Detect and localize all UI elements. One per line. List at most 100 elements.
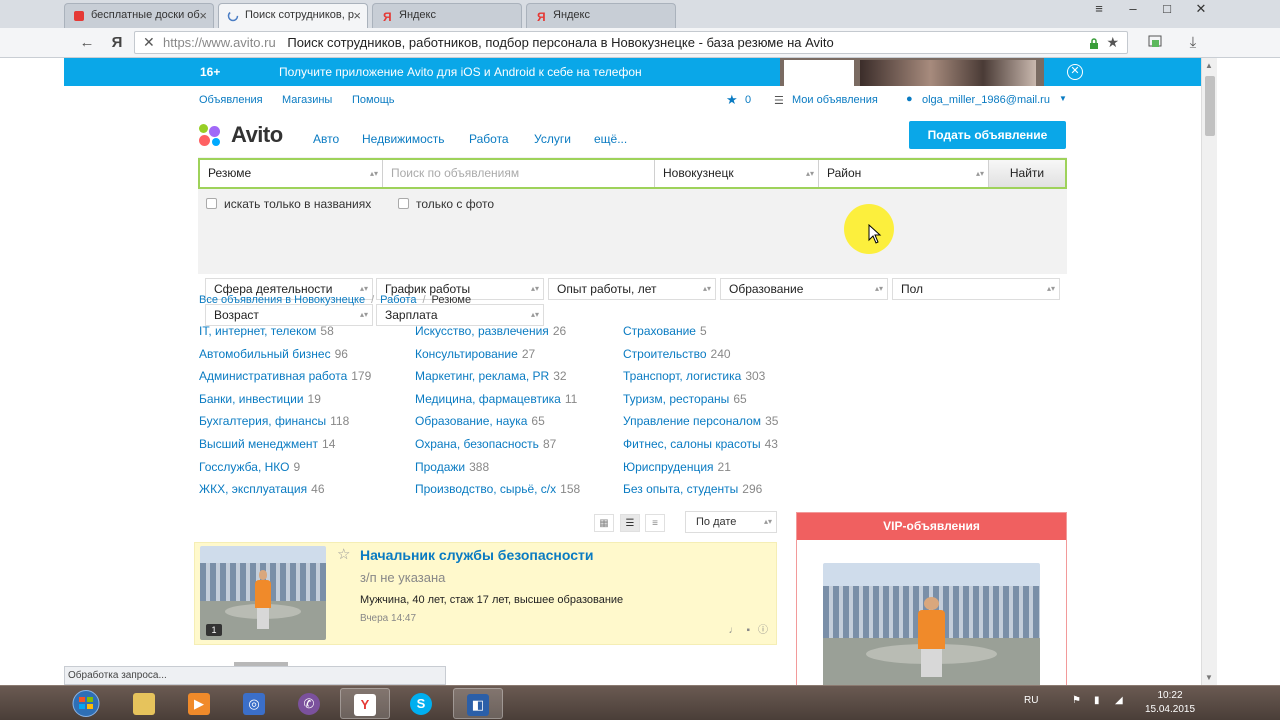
category-link[interactable]: Охрана, безопасность 87 (415, 433, 580, 456)
category-label[interactable]: Управление персоналом (623, 414, 761, 428)
system-clock[interactable]: 10:22 15.04.2015 (1140, 689, 1200, 717)
category-link[interactable]: Фитнес, салоны красоты 43 (623, 433, 778, 456)
address-field[interactable]: ✕ https://www.avito.ru Поиск сотрудников… (134, 31, 1128, 54)
category-label[interactable]: Госслужба, НКО (199, 460, 289, 474)
filter-education[interactable]: Образование ▴▾ (720, 278, 888, 300)
vip-ad-photo[interactable] (823, 563, 1040, 685)
category-label[interactable]: Автомобильный бизнес (199, 347, 331, 361)
category-label[interactable]: Медицина, фармацевтика (415, 392, 561, 406)
promo-text[interactable]: Получите приложение Avito для iOS и Andr… (279, 65, 642, 79)
user-account-link[interactable]: olga_miller_1986@mail.ru (922, 94, 1050, 106)
category-label[interactable]: Охрана, безопасность (415, 437, 539, 451)
taskbar-app-3[interactable]: ◎ (230, 688, 280, 719)
close-tab-icon[interactable]: × (199, 8, 207, 23)
category-link[interactable]: Строительство 240 (623, 343, 778, 366)
resume-listing-item[interactable]: 1 ☆ Начальник службы безопасности з/п не… (194, 542, 777, 645)
category-label[interactable]: Юриспруденция (623, 460, 714, 474)
post-ad-button[interactable]: Подать объявление (909, 121, 1066, 149)
category-link[interactable]: Консультирование 27 (415, 343, 580, 366)
category-label[interactable]: Маркетинг, реклама, PR (415, 369, 549, 383)
list-view-icon[interactable]: ☰ (620, 514, 640, 532)
category-label[interactable]: Без опыта, студенты (623, 482, 738, 496)
category-link[interactable]: Производство, сырьё, с/х 158 (415, 478, 580, 501)
checkbox[interactable] (398, 198, 409, 209)
link-shops[interactable]: Магазины (282, 94, 332, 106)
category-link[interactable]: Страхование 5 (623, 320, 778, 343)
yandex-button[interactable]: Я (106, 32, 128, 54)
category-label[interactable]: Искусство, развлечения (415, 324, 549, 338)
category-label[interactable]: Продажи (415, 460, 465, 474)
language-indicator[interactable]: RU (1024, 695, 1038, 720)
flag-icon[interactable]: ⚑ (1072, 695, 1081, 720)
back-arrow-icon[interactable]: ← (76, 32, 98, 54)
close-promo-icon[interactable]: ✕ (1067, 64, 1083, 80)
category-label[interactable]: IT, интернет, телеком (199, 324, 316, 338)
stop-loading-icon[interactable]: ✕ (143, 32, 155, 53)
breadcrumb-all[interactable]: Все объявления в Новокузнецке (199, 294, 365, 306)
category-label[interactable]: Фитнес, салоны красоты (623, 437, 761, 451)
category-label[interactable]: Высший менеджмент (199, 437, 318, 451)
category-label[interactable]: Консультирование (415, 347, 518, 361)
nav-more[interactable]: ещё... (594, 132, 627, 146)
app-promo-banner[interactable]: 16+ Получите приложение Avito для iOS и … (64, 58, 1201, 86)
tab-yandex-2[interactable]: Я Яндекс (526, 3, 676, 28)
settings-icon[interactable]: ≡ (1082, 0, 1116, 20)
link-my-ads[interactable]: Мои объявления (792, 94, 878, 106)
maximize-icon[interactable]: □ (1150, 0, 1184, 20)
chevron-down-icon[interactable]: ▼ (1059, 94, 1067, 103)
category-link[interactable]: Без опыта, студенты 296 (623, 478, 778, 501)
filter-gender[interactable]: Пол ▴▾ (892, 278, 1060, 300)
link-ads[interactable]: Объявления (199, 94, 263, 106)
category-link[interactable]: IT, интернет, телеком 58 (199, 320, 371, 343)
district-select[interactable]: Район ▴▾ (819, 160, 989, 187)
new-tab-button[interactable] (680, 3, 702, 28)
start-button[interactable] (64, 688, 108, 719)
bookmark-star-icon[interactable]: ★ (1106, 32, 1119, 53)
taskbar-recorder[interactable]: ◧ (453, 688, 503, 719)
category-link[interactable]: Транспорт, логистика 303 (623, 365, 778, 388)
scroll-thumb[interactable] (1205, 76, 1215, 136)
close-window-icon[interactable]: ✕ (1184, 0, 1218, 20)
city-select[interactable]: Новокузнецк ▴▾ (655, 160, 819, 187)
category-link[interactable]: Управление персоналом 35 (623, 410, 778, 433)
breadcrumb-work[interactable]: Работа (380, 294, 416, 306)
taskbar-viber[interactable]: ✆ (285, 688, 335, 719)
nav-work[interactable]: Работа (469, 132, 509, 146)
filter-experience[interactable]: Опыт работы, лет ▴▾ (548, 278, 716, 300)
category-label[interactable]: ЖКХ, эксплуатация (199, 482, 307, 496)
tab-avito-search[interactable]: Поиск сотрудников, р × (218, 3, 368, 28)
category-link[interactable]: Маркетинг, реклама, PR 32 (415, 365, 580, 388)
minimize-icon[interactable]: – (1116, 0, 1150, 20)
nav-services[interactable]: Услуги (534, 132, 571, 146)
taskbar-yandex-browser[interactable]: Y (340, 688, 390, 719)
category-link[interactable]: Медицина, фармацевтика 11 (415, 388, 580, 411)
nav-auto[interactable]: Авто (313, 132, 339, 146)
page-scrollbar[interactable]: ▲ ▼ (1201, 58, 1217, 685)
tab-bulletin-boards[interactable]: бесплатные доски об × (64, 3, 214, 28)
scroll-up-icon[interactable]: ▲ (1205, 61, 1213, 70)
category-label[interactable]: Бухгалтерия, финансы (199, 414, 326, 428)
category-link[interactable]: Продажи 388 (415, 456, 580, 479)
taskbar-media-player[interactable]: ▶ (175, 688, 225, 719)
category-label[interactable]: Производство, сырьё, с/х (415, 482, 556, 496)
category-link[interactable]: Госслужба, НКО 9 (199, 456, 371, 479)
grid-view-icon[interactable]: ▦ (594, 514, 614, 532)
category-link[interactable]: Высший менеджмент 14 (199, 433, 371, 456)
category-label[interactable]: Страхование (623, 324, 696, 338)
close-tab-icon[interactable]: × (353, 8, 361, 23)
taskbar-skype[interactable]: S (397, 688, 447, 719)
network-icon[interactable]: ◢ (1115, 695, 1123, 720)
category-link[interactable]: Туризм, рестораны 65 (623, 388, 778, 411)
downloads-manager-icon[interactable] (1144, 32, 1166, 54)
checkbox[interactable] (206, 198, 217, 209)
scroll-down-icon[interactable]: ▼ (1205, 673, 1213, 682)
favorites-star-icon[interactable]: ★ (726, 92, 738, 108)
category-link[interactable]: Административная работа 179 (199, 365, 371, 388)
category-select[interactable]: Резюме ▴▾ (200, 160, 383, 187)
item-title[interactable]: Начальник службы безопасности (360, 547, 594, 563)
category-label[interactable]: Строительство (623, 347, 707, 361)
link-help[interactable]: Помощь (352, 94, 395, 106)
category-label[interactable]: Транспорт, логистика (623, 369, 741, 383)
category-label[interactable]: Административная работа (199, 369, 347, 383)
category-link[interactable]: Образование, наука 65 (415, 410, 580, 433)
